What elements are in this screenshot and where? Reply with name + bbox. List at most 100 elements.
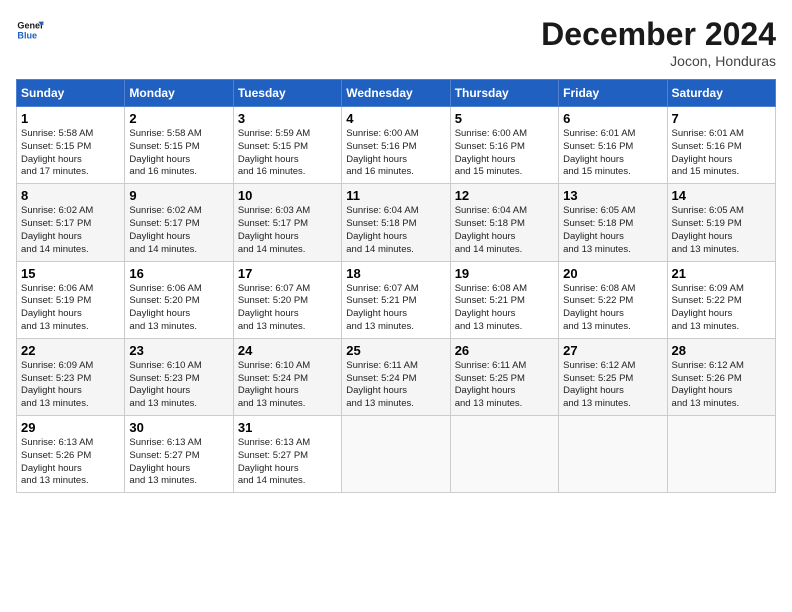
day-number: 19 (455, 266, 554, 281)
day-number: 31 (238, 420, 337, 435)
day-number: 3 (238, 111, 337, 126)
day-info: Sunrise: 6:00 AMSunset: 5:16 PMDaylight … (346, 128, 445, 179)
day-info: Sunrise: 6:10 AMSunset: 5:24 PMDaylight … (238, 360, 337, 411)
day-cell: 4 Sunrise: 6:00 AMSunset: 5:16 PMDayligh… (342, 107, 450, 184)
day-cell: 11 Sunrise: 6:04 AMSunset: 5:18 PMDaylig… (342, 184, 450, 261)
day-number: 29 (21, 420, 120, 435)
day-info: Sunrise: 6:11 AMSunset: 5:25 PMDaylight … (455, 360, 554, 411)
week-row-3: 8 Sunrise: 6:02 AMSunset: 5:17 PMDayligh… (17, 184, 776, 261)
day-cell: 8 Sunrise: 6:02 AMSunset: 5:17 PMDayligh… (17, 184, 125, 261)
day-info: Sunrise: 5:58 AMSunset: 5:15 PMDaylight … (21, 128, 120, 179)
day-number: 22 (21, 343, 120, 358)
day-cell: 25 Sunrise: 6:11 AMSunset: 5:24 PMDaylig… (342, 338, 450, 415)
day-number: 6 (563, 111, 662, 126)
day-cell: 13 Sunrise: 6:05 AMSunset: 5:18 PMDaylig… (559, 184, 667, 261)
day-info: Sunrise: 6:08 AMSunset: 5:22 PMDaylight … (563, 283, 662, 334)
day-info: Sunrise: 6:04 AMSunset: 5:18 PMDaylight … (455, 205, 554, 256)
day-number: 18 (346, 266, 445, 281)
day-cell: 9 Sunrise: 6:02 AMSunset: 5:17 PMDayligh… (125, 184, 233, 261)
main-title: December 2024 (541, 16, 776, 53)
day-number: 9 (129, 188, 228, 203)
day-cell (342, 416, 450, 493)
day-cell: 2 Sunrise: 5:58 AMSunset: 5:15 PMDayligh… (125, 107, 233, 184)
day-cell: 15 Sunrise: 6:06 AMSunset: 5:19 PMDaylig… (17, 261, 125, 338)
title-area: December 2024 Jocon, Honduras (541, 16, 776, 69)
day-info: Sunrise: 5:59 AMSunset: 5:15 PMDaylight … (238, 128, 337, 179)
col-header-thursday: Thursday (450, 80, 558, 107)
day-number: 26 (455, 343, 554, 358)
day-number: 2 (129, 111, 228, 126)
day-cell: 18 Sunrise: 6:07 AMSunset: 5:21 PMDaylig… (342, 261, 450, 338)
day-info: Sunrise: 6:13 AMSunset: 5:27 PMDaylight … (238, 437, 337, 488)
logo: General Blue (16, 16, 44, 44)
day-info: Sunrise: 6:01 AMSunset: 5:16 PMDaylight … (672, 128, 771, 179)
day-info: Sunrise: 6:08 AMSunset: 5:21 PMDaylight … (455, 283, 554, 334)
day-cell: 30 Sunrise: 6:13 AMSunset: 5:27 PMDaylig… (125, 416, 233, 493)
subtitle: Jocon, Honduras (541, 53, 776, 69)
day-cell: 10 Sunrise: 6:03 AMSunset: 5:17 PMDaylig… (233, 184, 341, 261)
day-cell: 29 Sunrise: 6:13 AMSunset: 5:26 PMDaylig… (17, 416, 125, 493)
header: General Blue December 2024 Jocon, Hondur… (16, 16, 776, 69)
day-cell (450, 416, 558, 493)
day-number: 20 (563, 266, 662, 281)
day-number: 15 (21, 266, 120, 281)
day-info: Sunrise: 6:13 AMSunset: 5:26 PMDaylight … (21, 437, 120, 488)
day-info: Sunrise: 6:12 AMSunset: 5:25 PMDaylight … (563, 360, 662, 411)
day-cell: 16 Sunrise: 6:06 AMSunset: 5:20 PMDaylig… (125, 261, 233, 338)
week-row-6: 29 Sunrise: 6:13 AMSunset: 5:26 PMDaylig… (17, 416, 776, 493)
day-info: Sunrise: 6:07 AMSunset: 5:21 PMDaylight … (346, 283, 445, 334)
day-number: 14 (672, 188, 771, 203)
day-number: 24 (238, 343, 337, 358)
calendar-table: SundayMondayTuesdayWednesdayThursdayFrid… (16, 79, 776, 493)
day-cell: 1 Sunrise: 5:58 AMSunset: 5:15 PMDayligh… (17, 107, 125, 184)
day-info: Sunrise: 6:07 AMSunset: 5:20 PMDaylight … (238, 283, 337, 334)
day-info: Sunrise: 5:58 AMSunset: 5:15 PMDaylight … (129, 128, 228, 179)
day-number: 12 (455, 188, 554, 203)
day-number: 4 (346, 111, 445, 126)
col-header-wednesday: Wednesday (342, 80, 450, 107)
day-number: 30 (129, 420, 228, 435)
day-info: Sunrise: 6:01 AMSunset: 5:16 PMDaylight … (563, 128, 662, 179)
day-number: 7 (672, 111, 771, 126)
day-cell: 7 Sunrise: 6:01 AMSunset: 5:16 PMDayligh… (667, 107, 775, 184)
day-number: 16 (129, 266, 228, 281)
day-number: 23 (129, 343, 228, 358)
day-info: Sunrise: 6:02 AMSunset: 5:17 PMDaylight … (129, 205, 228, 256)
day-number: 11 (346, 188, 445, 203)
day-cell: 17 Sunrise: 6:07 AMSunset: 5:20 PMDaylig… (233, 261, 341, 338)
day-number: 8 (21, 188, 120, 203)
day-cell (559, 416, 667, 493)
day-info: Sunrise: 6:09 AMSunset: 5:23 PMDaylight … (21, 360, 120, 411)
col-header-sunday: Sunday (17, 80, 125, 107)
day-number: 13 (563, 188, 662, 203)
col-header-monday: Monday (125, 80, 233, 107)
col-header-friday: Friday (559, 80, 667, 107)
svg-text:Blue: Blue (17, 30, 37, 40)
day-cell: 24 Sunrise: 6:10 AMSunset: 5:24 PMDaylig… (233, 338, 341, 415)
day-cell (667, 416, 775, 493)
day-number: 28 (672, 343, 771, 358)
day-cell: 23 Sunrise: 6:10 AMSunset: 5:23 PMDaylig… (125, 338, 233, 415)
day-cell: 20 Sunrise: 6:08 AMSunset: 5:22 PMDaylig… (559, 261, 667, 338)
day-info: Sunrise: 6:05 AMSunset: 5:19 PMDaylight … (672, 205, 771, 256)
day-cell: 14 Sunrise: 6:05 AMSunset: 5:19 PMDaylig… (667, 184, 775, 261)
day-cell: 19 Sunrise: 6:08 AMSunset: 5:21 PMDaylig… (450, 261, 558, 338)
day-info: Sunrise: 6:06 AMSunset: 5:19 PMDaylight … (21, 283, 120, 334)
day-cell: 5 Sunrise: 6:00 AMSunset: 5:16 PMDayligh… (450, 107, 558, 184)
day-info: Sunrise: 6:03 AMSunset: 5:17 PMDaylight … (238, 205, 337, 256)
day-number: 10 (238, 188, 337, 203)
col-header-saturday: Saturday (667, 80, 775, 107)
col-header-tuesday: Tuesday (233, 80, 341, 107)
day-info: Sunrise: 6:10 AMSunset: 5:23 PMDaylight … (129, 360, 228, 411)
day-cell: 3 Sunrise: 5:59 AMSunset: 5:15 PMDayligh… (233, 107, 341, 184)
day-cell: 31 Sunrise: 6:13 AMSunset: 5:27 PMDaylig… (233, 416, 341, 493)
day-cell: 6 Sunrise: 6:01 AMSunset: 5:16 PMDayligh… (559, 107, 667, 184)
day-number: 1 (21, 111, 120, 126)
day-info: Sunrise: 6:11 AMSunset: 5:24 PMDaylight … (346, 360, 445, 411)
week-row-5: 22 Sunrise: 6:09 AMSunset: 5:23 PMDaylig… (17, 338, 776, 415)
day-cell: 26 Sunrise: 6:11 AMSunset: 5:25 PMDaylig… (450, 338, 558, 415)
day-info: Sunrise: 6:02 AMSunset: 5:17 PMDaylight … (21, 205, 120, 256)
day-cell: 12 Sunrise: 6:04 AMSunset: 5:18 PMDaylig… (450, 184, 558, 261)
day-info: Sunrise: 6:13 AMSunset: 5:27 PMDaylight … (129, 437, 228, 488)
day-cell: 22 Sunrise: 6:09 AMSunset: 5:23 PMDaylig… (17, 338, 125, 415)
